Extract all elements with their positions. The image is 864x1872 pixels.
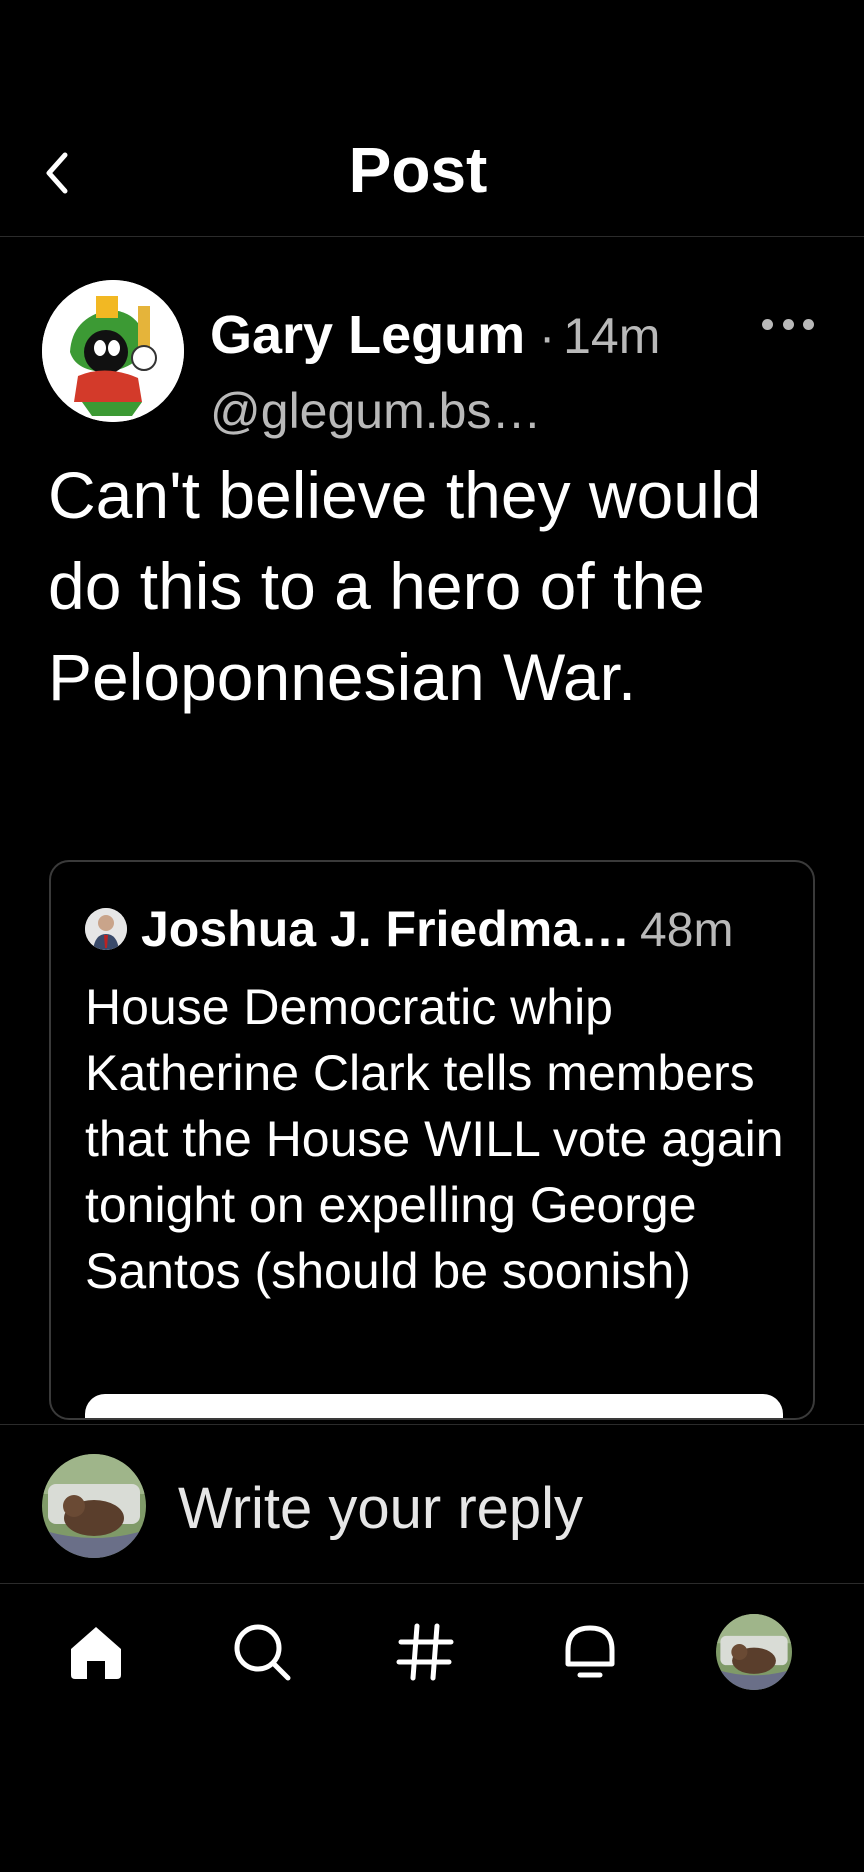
user-avatar bbox=[42, 1454, 146, 1558]
more-dot-icon bbox=[762, 318, 773, 330]
reply-bar: Write your reply bbox=[0, 1424, 864, 1584]
author-line: Gary Legum · 14m bbox=[210, 304, 660, 366]
author-name[interactable]: Gary Legum bbox=[210, 304, 525, 366]
cat-avatar-image bbox=[42, 1454, 146, 1558]
nav-profile[interactable] bbox=[714, 1612, 794, 1692]
quote-author-name[interactable]: Joshua J. Friedma… bbox=[141, 900, 630, 958]
notifications-icon bbox=[565, 1625, 615, 1678]
nav-home[interactable] bbox=[56, 1612, 136, 1692]
avatar-image bbox=[42, 280, 184, 422]
cat-avatar-image bbox=[716, 1614, 792, 1690]
bottom-nav bbox=[0, 1582, 864, 1712]
page-title: Post bbox=[348, 134, 488, 206]
nav-search[interactable] bbox=[222, 1612, 302, 1692]
quote-embed-image[interactable] bbox=[85, 1394, 783, 1418]
quoted-post[interactable]: Joshua J. Friedma… 48m House Democratic … bbox=[49, 860, 815, 1420]
header: Post bbox=[0, 118, 864, 237]
hashtag-icon bbox=[396, 1623, 454, 1681]
profile-avatar bbox=[716, 1614, 792, 1690]
author-avatar[interactable] bbox=[42, 280, 184, 422]
more-dot-icon bbox=[782, 318, 794, 330]
quote-time: 48m bbox=[640, 904, 734, 957]
author-handle[interactable]: @glegum.bs… bbox=[210, 382, 541, 440]
search-icon bbox=[234, 1624, 291, 1681]
separator: · bbox=[539, 311, 556, 364]
avatar-image bbox=[85, 908, 127, 950]
quote-author-line: Joshua J. Friedma… 48m bbox=[141, 900, 791, 958]
post-text: Can't believe they would do this to a he… bbox=[48, 458, 762, 714]
home-icon bbox=[71, 1627, 121, 1679]
reply-input[interactable]: Write your reply bbox=[178, 1475, 583, 1542]
more-options-button[interactable] bbox=[762, 310, 814, 338]
post-time: 14m bbox=[563, 308, 661, 364]
quote-author-avatar bbox=[85, 908, 127, 950]
quote-text: House Democratic whip Katherine Clark te… bbox=[85, 979, 784, 1299]
nav-notifications[interactable] bbox=[550, 1612, 630, 1692]
more-dot-icon bbox=[803, 318, 814, 330]
nav-feeds[interactable] bbox=[385, 1612, 465, 1692]
